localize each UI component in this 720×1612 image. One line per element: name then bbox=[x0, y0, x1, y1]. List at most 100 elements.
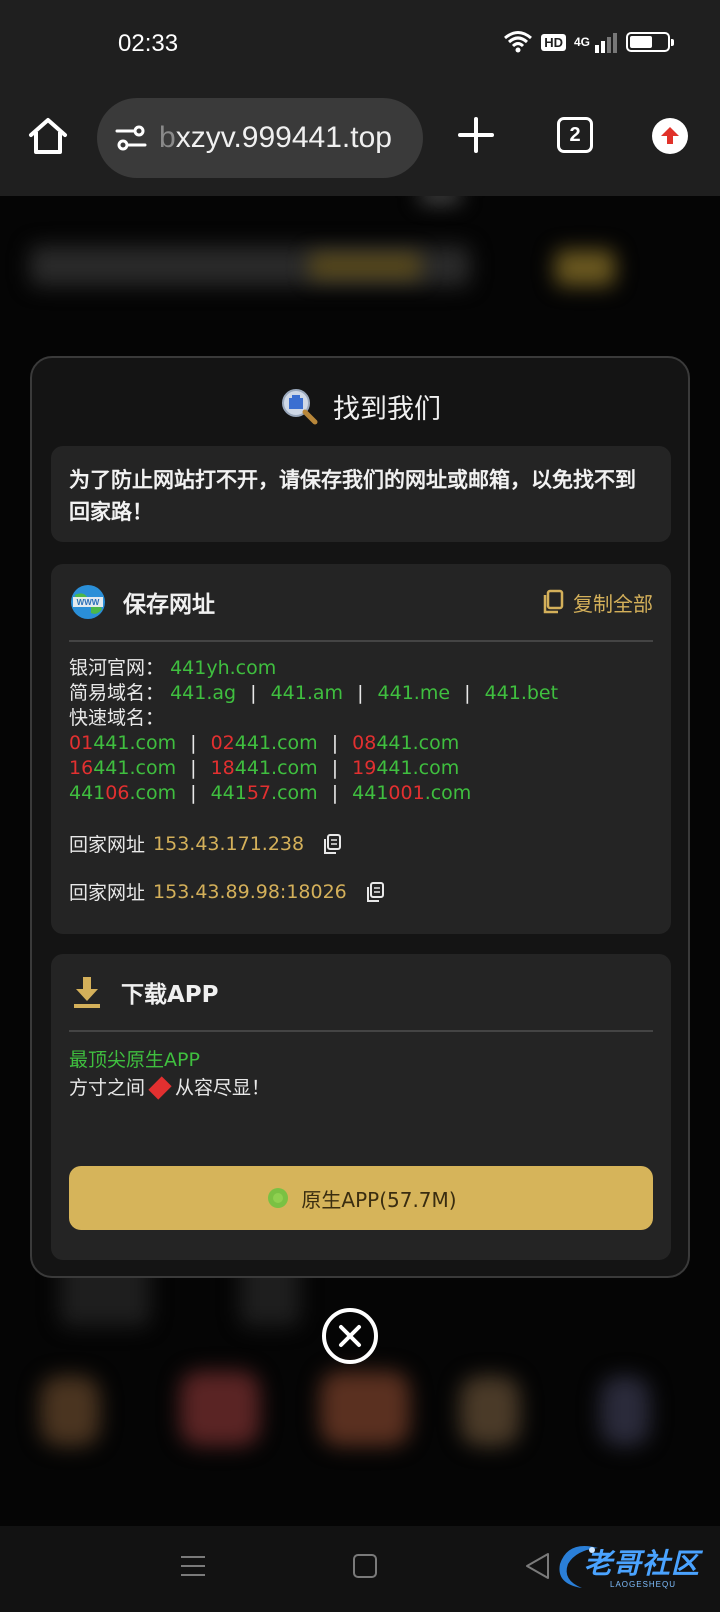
separator: | bbox=[250, 682, 257, 704]
download-app-title: 下载APP bbox=[121, 982, 219, 1008]
fast-url-prefix: 08 bbox=[352, 732, 377, 754]
menu-icon[interactable] bbox=[180, 1554, 206, 1578]
fast-url[interactable]: 19441.com bbox=[352, 757, 459, 779]
fast-url[interactable]: 44106.com bbox=[69, 782, 176, 804]
app-slogan: 方寸之间 从容尽显！ bbox=[69, 1074, 270, 1102]
battery-level bbox=[630, 36, 653, 48]
fast-row-1: 01441.com | 02441.com | 08441.com bbox=[69, 731, 558, 756]
network-type: 4G bbox=[573, 35, 590, 49]
globe-icon: WWW bbox=[71, 585, 105, 619]
url-faded-char: b bbox=[159, 121, 176, 154]
app-slogan-a: 方寸之间 bbox=[69, 1077, 146, 1099]
fast-url-prefix: 19 bbox=[352, 757, 377, 779]
fast-url-part: 57 bbox=[246, 782, 272, 804]
diamond-icon bbox=[148, 1076, 172, 1100]
svg-text:WWW: WWW bbox=[77, 598, 100, 607]
browser-toolbar: bxzyv.999441.top 2 bbox=[0, 90, 720, 196]
simple-url[interactable]: 441.am bbox=[271, 682, 343, 704]
bg-banner-gold bbox=[310, 254, 420, 278]
notice-text: 为了防止网站打不开，请保存我们的网址或邮箱，以免找不到回家路！ bbox=[51, 446, 671, 542]
save-urls-card: WWW 保存网址 复制全部 银河官网： 441yh.com 简易域名： 441.… bbox=[51, 564, 671, 934]
simple-url[interactable]: 441.me bbox=[378, 682, 451, 704]
fast-url-prefix: 18 bbox=[210, 757, 235, 779]
fast-url-part: 441 bbox=[352, 782, 389, 804]
bg-top-dot bbox=[420, 196, 460, 202]
download-button-label: 原生APP(57.7M) bbox=[301, 1187, 457, 1212]
bg-game-1 bbox=[40, 1376, 100, 1446]
android-icon bbox=[268, 1188, 289, 1208]
download-app-header: 下载APP bbox=[69, 972, 653, 1012]
home-icon[interactable] bbox=[26, 114, 70, 158]
back-icon[interactable] bbox=[524, 1552, 550, 1580]
official-row: 银河官网： 441yh.com bbox=[69, 656, 558, 681]
fast-url[interactable]: 441001.com bbox=[352, 782, 471, 804]
fast-url-suffix: 441.com bbox=[93, 732, 177, 754]
urls-divider bbox=[69, 640, 653, 642]
bg-game-5 bbox=[600, 1376, 650, 1446]
fast-url[interactable]: 01441.com bbox=[69, 732, 176, 754]
separator: | bbox=[331, 782, 339, 804]
hd-badge: HD bbox=[541, 33, 566, 51]
system-nav-bar: 老哥社区 LAOGESHEQU bbox=[0, 1526, 720, 1612]
fast-url-suffix: 441.com bbox=[376, 732, 460, 754]
official-label: 银河官网： bbox=[69, 657, 165, 679]
home-url-ip[interactable]: 153.43.171.238 bbox=[153, 833, 304, 855]
copy-all-button[interactable]: 复制全部 bbox=[541, 588, 653, 617]
bg-game-3 bbox=[320, 1371, 410, 1446]
separator: | bbox=[190, 732, 197, 754]
close-modal-button[interactable] bbox=[322, 1308, 378, 1364]
copy-icon bbox=[543, 589, 564, 614]
fast-label: 快速域名： bbox=[69, 707, 165, 729]
fast-url-prefix: 01 bbox=[69, 732, 94, 754]
home-url-label: 回家网址 bbox=[69, 882, 146, 904]
copy-icon[interactable] bbox=[322, 833, 344, 855]
home-square-icon[interactable] bbox=[353, 1554, 377, 1578]
url-text[interactable]: bxzyv.999441.top bbox=[159, 121, 392, 155]
fast-url-part: 06 bbox=[105, 782, 130, 804]
fast-url[interactable]: 02441.com bbox=[211, 732, 318, 754]
fast-url[interactable]: 18441.com bbox=[211, 757, 318, 779]
find-us-modal: 找到我们 为了防止网站打不开，请保存我们的网址或邮箱，以免找不到回家路！ WWW… bbox=[30, 356, 690, 1278]
home-url-row-1: 回家网址 153.43.171.238 bbox=[69, 830, 344, 857]
modal-title: 找到我们 bbox=[333, 393, 441, 425]
separator: | bbox=[331, 732, 339, 754]
fast-url-part: .com bbox=[424, 782, 472, 804]
official-url[interactable]: 441yh.com bbox=[170, 657, 276, 679]
plus-icon[interactable] bbox=[456, 115, 496, 155]
bg-game-2 bbox=[180, 1371, 260, 1446]
close-icon bbox=[339, 1325, 361, 1347]
tabs-button[interactable]: 2 bbox=[557, 117, 593, 153]
fast-url-prefix: 16 bbox=[69, 757, 94, 779]
fast-url[interactable]: 44157.com bbox=[211, 782, 318, 804]
copy-icon[interactable] bbox=[365, 881, 387, 903]
save-urls-title: 保存网址 bbox=[123, 592, 215, 618]
url-host: xzyv.999441.top bbox=[175, 121, 392, 154]
modal-header: 找到我们 bbox=[32, 378, 688, 434]
home-url-label: 回家网址 bbox=[69, 834, 146, 856]
fast-row-2: 16441.com | 18441.com | 19441.com bbox=[69, 756, 558, 781]
fast-url-part: 001 bbox=[388, 782, 425, 804]
separator: | bbox=[331, 757, 339, 779]
tune-icon[interactable] bbox=[113, 120, 149, 156]
fast-url[interactable]: 08441.com bbox=[352, 732, 459, 754]
home-url-ip[interactable]: 153.43.89.98:18026 bbox=[153, 881, 347, 903]
fast-url-suffix: 441.com bbox=[376, 757, 460, 779]
simple-url[interactable]: 441.ag bbox=[170, 682, 236, 704]
separator: | bbox=[357, 682, 364, 704]
home-url-row-2: 回家网址 153.43.89.98:18026 bbox=[69, 878, 387, 905]
separator: | bbox=[190, 757, 197, 779]
url-list: 银河官网： 441yh.com 简易域名： 441.ag | 441.am | … bbox=[69, 656, 558, 806]
battery-icon bbox=[626, 32, 674, 52]
simple-row: 简易域名： 441.ag | 441.am | 441.me | 441.bet bbox=[69, 681, 558, 706]
fast-url-part: .com bbox=[271, 782, 318, 804]
app-tagline: 最顶尖原生APP bbox=[69, 1049, 200, 1071]
save-urls-header: WWW 保存网址 复制全部 bbox=[69, 582, 653, 622]
fast-url-prefix: 02 bbox=[210, 732, 235, 754]
download-native-app-button[interactable]: 原生APP(57.7M) bbox=[69, 1166, 653, 1230]
fast-url[interactable]: 16441.com bbox=[69, 757, 176, 779]
address-bar[interactable]: bxzyv.999441.top bbox=[97, 98, 423, 178]
simple-url[interactable]: 441.bet bbox=[485, 682, 559, 704]
status-time: 02:33 bbox=[118, 30, 179, 57]
status-bar: 02:33 HD 4G bbox=[0, 0, 720, 90]
upgrade-icon[interactable] bbox=[652, 118, 688, 154]
